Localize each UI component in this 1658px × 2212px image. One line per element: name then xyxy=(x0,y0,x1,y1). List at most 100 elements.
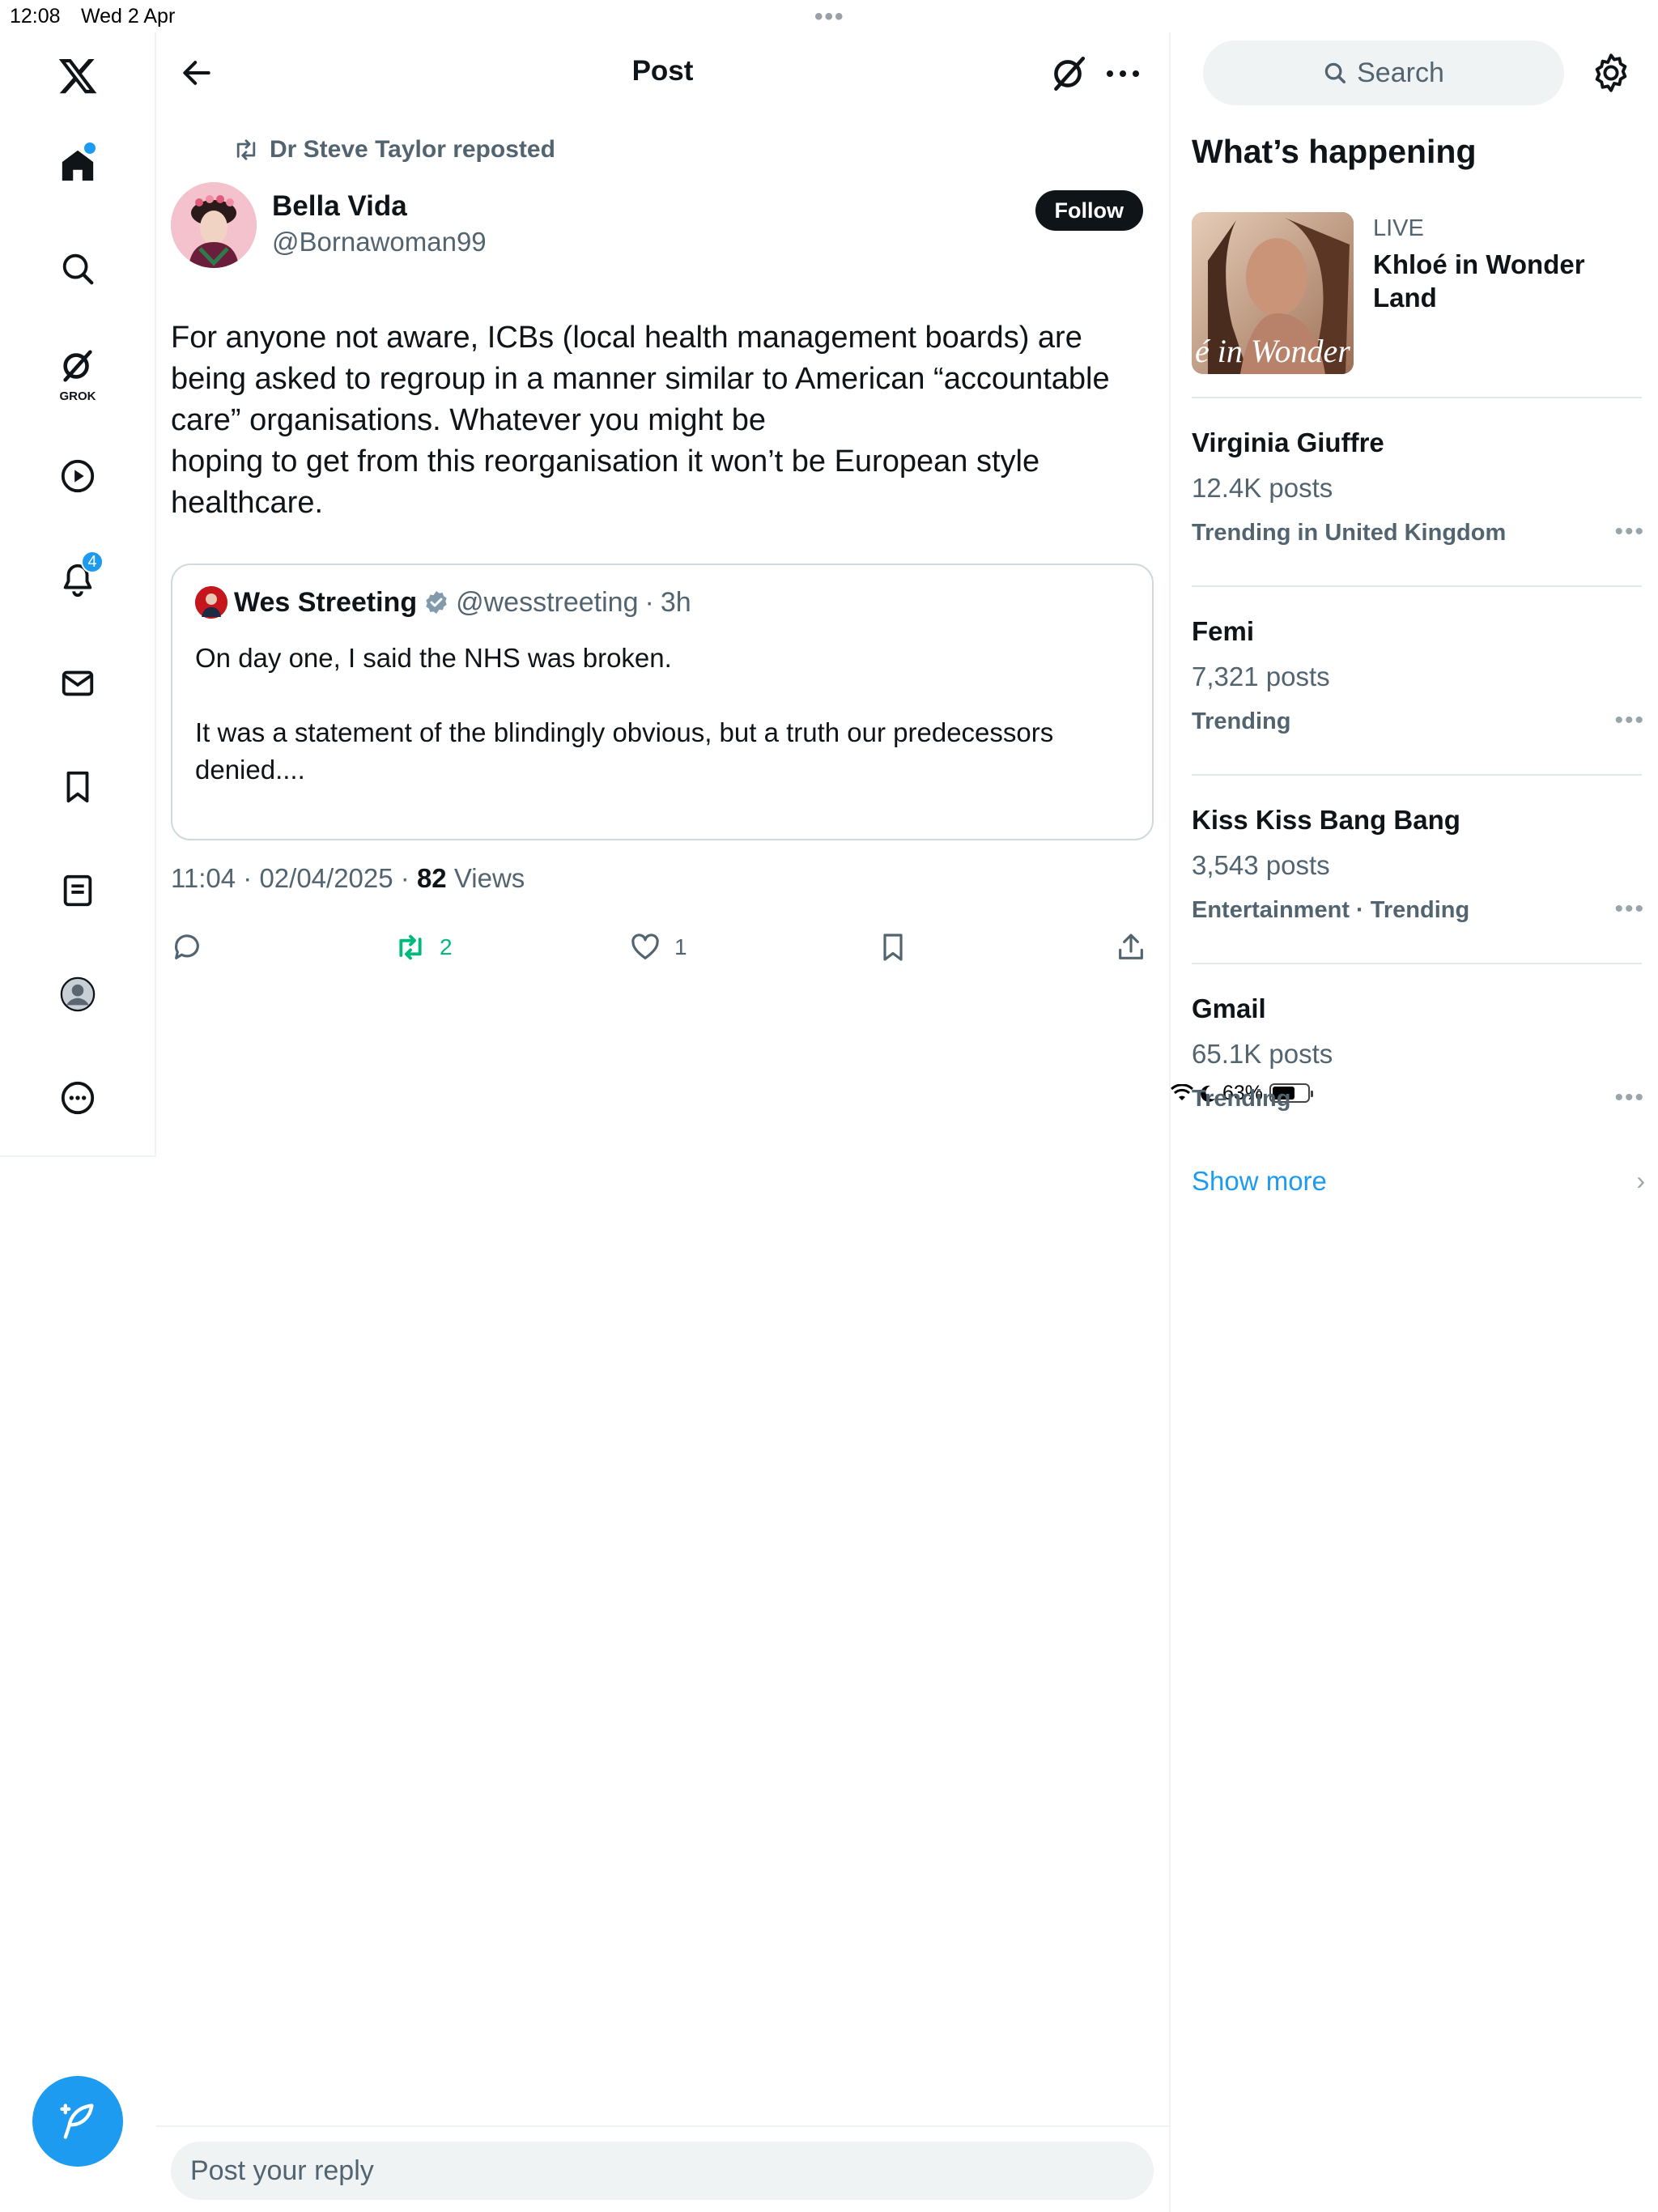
quoted-separator: · xyxy=(644,586,654,618)
trend-item[interactable]: Gmail 65.1K posts Trending ••• xyxy=(1192,993,1645,1155)
compose-post-button[interactable] xyxy=(32,2076,123,2167)
post-text-line: care” organisations. Whatever you might … xyxy=(171,403,767,437)
trend-item[interactable]: Virginia Giuffre 12.4K posts Trending in… xyxy=(1192,428,1645,589)
trend-context: Trending in United Kingdom xyxy=(1192,520,1507,546)
settings-gear-icon[interactable] xyxy=(1590,52,1632,94)
trend-more-icon[interactable]: ••• xyxy=(1614,707,1645,734)
multitasking-dots-icon[interactable]: ••• xyxy=(814,3,845,31)
more-options-icon[interactable] xyxy=(1103,53,1143,94)
messages-envelope-icon[interactable] xyxy=(42,648,113,719)
lists-icon[interactable] xyxy=(42,855,113,926)
like-count: 1 xyxy=(674,934,687,959)
repost-text: Dr Steve Taylor reposted xyxy=(270,136,555,163)
live-event-image: é in Wonder l xyxy=(1192,212,1354,374)
repost-active-icon xyxy=(399,934,422,960)
search-icon[interactable] xyxy=(42,233,113,304)
post-text-line: being asked to regroup in a manner simil… xyxy=(171,362,1110,396)
quoted-author-avatar xyxy=(195,586,227,619)
author-name[interactable]: Bella Vida xyxy=(272,190,407,223)
trend-item[interactable]: Kiss Kiss Bang Bang 3,543 posts Entertai… xyxy=(1192,805,1645,967)
post-text-line: For anyone not aware, ICBs (local health… xyxy=(171,321,1082,355)
notifications-badge: 4 xyxy=(81,551,104,573)
home-icon[interactable] xyxy=(42,130,113,201)
views-count: 82 xyxy=(416,863,447,893)
trend-post-count: 7,321 posts xyxy=(1192,661,1330,691)
quoted-post-time: 3h xyxy=(660,586,691,618)
video-icon[interactable] xyxy=(42,440,113,512)
bookmark-button[interactable] xyxy=(877,923,909,972)
bookmarks-icon[interactable] xyxy=(42,751,113,823)
main-column: Post Dr Steve Taylor reposted Bella Vida… xyxy=(156,32,1171,2212)
x-logo-icon[interactable] xyxy=(42,40,113,112)
divider xyxy=(1192,397,1642,398)
search-icon xyxy=(1324,62,1346,83)
live-event-title: Khloé in Wonder Land xyxy=(1373,249,1585,313)
grok-icon[interactable]: GROK xyxy=(42,337,113,408)
author-avatar[interactable] xyxy=(171,182,257,268)
reply-button[interactable] xyxy=(171,923,203,972)
compose-feather-icon xyxy=(60,2104,94,2139)
reply-composer xyxy=(156,2125,1169,2212)
post-text-line: hoping to get from this reorganisation i… xyxy=(171,445,1040,479)
live-label: LIVE xyxy=(1373,215,1424,241)
trend-more-icon[interactable]: ••• xyxy=(1614,518,1645,546)
trend-name: Kiss Kiss Bang Bang xyxy=(1192,805,1460,835)
quoted-author-name: Wes Streeting xyxy=(234,586,418,618)
reply-input[interactable] xyxy=(171,2142,1154,2200)
live-event-card[interactable]: é in Wonder l LIVE Khloé in Wonder Land xyxy=(1192,212,1645,390)
share-button[interactable] xyxy=(1115,923,1147,972)
quoted-post-text: On day one, I said the NHS was broken. I… xyxy=(195,640,1134,789)
search-box[interactable]: Search xyxy=(1203,40,1564,105)
quoted-post-card[interactable]: Wes Streeting @wesstreeting · 3h On day … xyxy=(171,564,1154,840)
post-timestamp[interactable]: 11:04 · 02/04/2025 · xyxy=(171,863,417,893)
quoted-text-line: denied.... xyxy=(195,755,305,785)
views-label: Views xyxy=(446,863,525,893)
left-navigation: GROK 4 xyxy=(0,32,156,1156)
status-date: Wed 2 Apr xyxy=(81,5,176,28)
right-sidebar: Search What’s happening é in Wonder l LI… xyxy=(1171,32,1658,2212)
follow-button[interactable]: Follow xyxy=(1035,190,1143,231)
live-image-text: é in Wonder l xyxy=(1195,333,1354,369)
page-title: Post xyxy=(631,55,694,87)
repost-count: 2 xyxy=(440,934,453,959)
grok-explain-icon[interactable] xyxy=(1048,53,1088,94)
status-bar: 12:08 Wed 2 Apr ••• 63% xyxy=(0,0,1658,1104)
trend-context: Trending xyxy=(1192,708,1291,734)
repost-button[interactable]: 2 xyxy=(394,923,453,972)
trend-more-icon[interactable]: ••• xyxy=(1614,895,1645,923)
trend-more-icon[interactable]: ••• xyxy=(1614,1084,1645,1112)
reply-icon xyxy=(175,934,199,959)
share-icon xyxy=(1119,934,1143,959)
like-button[interactable]: 1 xyxy=(629,923,687,972)
quoted-text-line: On day one, I said the NHS was broken. xyxy=(195,643,672,673)
post-header: Post xyxy=(156,32,1169,113)
trend-post-count: 65.1K posts xyxy=(1192,1039,1333,1069)
show-more-link[interactable]: Show more › xyxy=(1192,1166,1645,1197)
trend-name: Femi xyxy=(1192,616,1255,646)
divider xyxy=(1192,774,1642,776)
status-time: 12:08 xyxy=(10,5,61,28)
show-more-label: Show more xyxy=(1192,1166,1327,1196)
post-text-line: healthcare. xyxy=(171,486,324,520)
profile-avatar-icon[interactable] xyxy=(42,959,113,1030)
more-circle-icon[interactable] xyxy=(42,1062,113,1134)
quoted-text-spacer xyxy=(195,677,1134,714)
author-handle[interactable]: @Bornawoman99 xyxy=(272,227,487,257)
repost-context[interactable]: Dr Steve Taylor reposted xyxy=(232,136,555,164)
home-unread-dot xyxy=(84,143,96,154)
divider xyxy=(1192,585,1642,587)
notifications-bell-icon[interactable]: 4 xyxy=(42,544,113,615)
trend-context: Trending xyxy=(1192,1086,1291,1112)
bookmark-icon xyxy=(883,934,903,961)
quoted-text-line: It was a statement of the blindingly obv… xyxy=(195,717,1054,747)
post-text: For anyone not aware, ICBs (local health… xyxy=(171,317,1142,524)
quoted-post-header: Wes Streeting @wesstreeting · 3h xyxy=(195,586,691,619)
post-metadata: 11:04 · 02/04/2025 · 82 Views xyxy=(171,863,525,894)
grok-label: GROK xyxy=(59,389,96,403)
trend-post-count: 12.4K posts xyxy=(1192,473,1333,503)
repost-icon xyxy=(236,139,256,160)
search-placeholder: Search xyxy=(1357,57,1444,88)
heart-icon xyxy=(631,934,659,959)
trend-item[interactable]: Femi 7,321 posts Trending ••• xyxy=(1192,616,1645,778)
trend-post-count: 3,543 posts xyxy=(1192,850,1330,880)
